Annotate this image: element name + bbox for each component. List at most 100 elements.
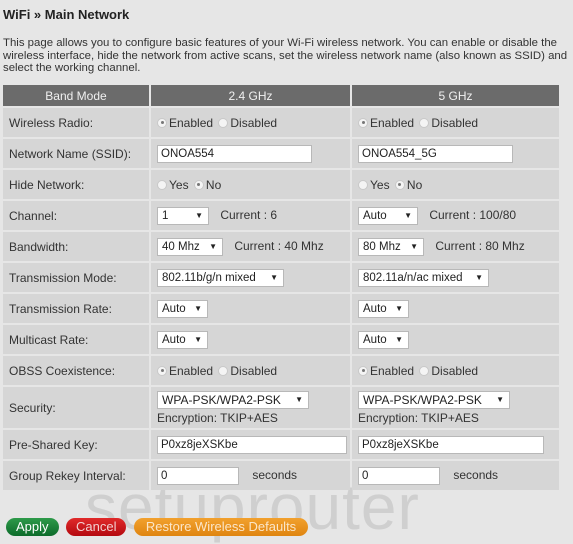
rekey-input-5[interactable]: 0 (358, 466, 440, 485)
label-security: Security: (3, 387, 149, 428)
row-hide-network: Hide Network: Yes No Yes No (3, 170, 559, 199)
radio-hide-yes-24[interactable] (157, 179, 167, 190)
header-band-mode: Band Mode (3, 85, 149, 106)
encryption-info-24: Encryption: TKIP+AES (157, 410, 278, 425)
channel-current-label: Current : (429, 207, 477, 222)
security-select-24[interactable]: WPA-PSK/WPA2-PSK ▼ (157, 390, 309, 409)
dropdown-arrow-icon: ▼ (194, 303, 202, 313)
label-tx-rate: Transmission Rate: (3, 294, 149, 323)
encryption-info-5: Encryption: TKIP+AES (358, 410, 479, 425)
tx-mode-select-24[interactable]: 802.11b/g/n mixed ▼ (157, 268, 284, 287)
label-hide-network: Hide Network: (3, 170, 149, 199)
radio-disabled-label: Disabled (230, 363, 278, 378)
dropdown-arrow-icon: ▼ (209, 241, 217, 251)
dropdown-arrow-icon: ▼ (295, 394, 303, 404)
page-title: WiFi » Main Network (3, 7, 130, 22)
dropdown-arrow-icon: ▼ (195, 210, 203, 220)
channel-current-24: 6 (270, 207, 278, 222)
row-security: Security: WPA-PSK/WPA2-PSK ▼ Encryption: … (3, 387, 559, 428)
radio-obss-enabled-5[interactable] (358, 365, 368, 376)
radio-disabled-5[interactable] (419, 117, 430, 128)
bandwidth-current-24: 40 Mhz (284, 238, 324, 253)
radio-hide-yes-5[interactable] (358, 179, 368, 190)
radio-disabled-label: Disabled (431, 363, 479, 378)
wifi-settings-table: Band Mode 2.4 GHz 5 GHz Wireless Radio: … (1, 83, 561, 492)
table-header-row: Band Mode 2.4 GHz 5 GHz (3, 85, 559, 106)
row-wireless-radio: Wireless Radio: Enabled Disabled Enabled… (3, 108, 559, 137)
row-bandwidth: Bandwidth: 40 Mhz ▼ Current : 40 Mhz 80 M… (3, 232, 559, 261)
wireless-radio-5: Enabled Disabled (352, 108, 559, 137)
psk-input-24[interactable]: P0xz8jeXSKbe (157, 435, 347, 454)
radio-yes-label: Yes (370, 177, 390, 192)
label-tx-mode: Transmission Mode: (3, 263, 149, 292)
cancel-button[interactable]: Cancel (65, 518, 127, 536)
dropdown-arrow-icon: ▼ (475, 272, 483, 282)
seconds-label: seconds (252, 467, 298, 482)
radio-yes-label: Yes (169, 177, 189, 192)
dropdown-arrow-icon: ▼ (404, 210, 412, 220)
dropdown-arrow-icon: ▼ (496, 394, 504, 404)
header-2-4ghz: 2.4 GHz (151, 85, 350, 106)
channel-current-label: Current : (220, 207, 268, 222)
radio-obss-disabled-24[interactable] (218, 365, 229, 376)
rekey-input-24[interactable]: 0 (157, 466, 239, 485)
radio-obss-enabled-24[interactable] (157, 365, 167, 376)
bandwidth-current-label: Current : (435, 238, 483, 253)
radio-disabled-label: Disabled (230, 115, 278, 130)
row-multicast-rate: Multicast Rate: Auto ▼ Auto ▼ (3, 325, 559, 354)
bandwidth-select-24[interactable]: 40 Mhz ▼ (157, 237, 223, 256)
radio-enabled-label: Enabled (169, 363, 214, 378)
tx-rate-select-5[interactable]: Auto ▼ (358, 299, 409, 318)
radio-hide-no-5[interactable] (394, 179, 405, 190)
bandwidth-current-label: Current : (234, 238, 282, 253)
row-rekey: Group Rekey Interval: 0 seconds 0 second… (3, 461, 559, 490)
page-description: This page allows you to configure basic … (3, 37, 568, 74)
tx-rate-select-24[interactable]: Auto ▼ (157, 299, 208, 318)
apply-button[interactable]: Apply (6, 518, 59, 536)
ssid-input-5[interactable]: ONOA554_5G (358, 144, 513, 163)
radio-obss-disabled-5[interactable] (419, 365, 430, 376)
dropdown-arrow-icon: ▼ (410, 241, 418, 251)
label-obss: OBSS Coexistence: (3, 356, 149, 385)
label-bandwidth: Bandwidth: (3, 232, 149, 261)
radio-no-label: No (205, 177, 222, 192)
row-psk: Pre-Shared Key: P0xz8jeXSKbe P0xz8jeXSKb… (3, 430, 559, 459)
channel-select-24[interactable]: 1 ▼ (157, 206, 209, 225)
radio-hide-no-24[interactable] (193, 179, 204, 190)
radio-disabled-24[interactable] (218, 117, 229, 128)
psk-input-5[interactable]: P0xz8jeXSKbe (358, 435, 544, 454)
tx-mode-select-5[interactable]: 802.11a/n/ac mixed ▼ (358, 268, 489, 287)
dropdown-arrow-icon: ▼ (395, 303, 403, 313)
header-5ghz: 5 GHz (352, 85, 559, 106)
dropdown-arrow-icon: ▼ (395, 334, 403, 344)
ssid-input-24[interactable]: ONOA554 (157, 144, 312, 163)
label-rekey: Group Rekey Interval: (3, 461, 149, 490)
channel-select-5[interactable]: Auto ▼ (358, 206, 418, 225)
radio-enabled-label: Enabled (370, 363, 415, 378)
radio-no-label: No (406, 177, 423, 192)
label-channel: Channel: (3, 201, 149, 230)
radio-enabled-label: Enabled (370, 115, 415, 130)
dropdown-arrow-icon: ▼ (270, 272, 278, 282)
row-tx-mode: Transmission Mode: 802.11b/g/n mixed ▼ 80… (3, 263, 559, 292)
row-channel: Channel: 1 ▼ Current : 6 Auto ▼ Current : … (3, 201, 559, 230)
action-buttons: Apply Cancel Restore Wireless Defaults (6, 518, 311, 536)
multicast-rate-select-5[interactable]: Auto ▼ (358, 330, 409, 349)
label-psk: Pre-Shared Key: (3, 430, 149, 459)
multicast-rate-select-24[interactable]: Auto ▼ (157, 330, 208, 349)
label-ssid: Network Name (SSID): (3, 139, 149, 168)
row-tx-rate: Transmission Rate: Auto ▼ Auto ▼ (3, 294, 559, 323)
restore-defaults-button[interactable]: Restore Wireless Defaults (133, 518, 309, 536)
bandwidth-current-5: 80 Mhz (485, 238, 525, 253)
row-ssid: Network Name (SSID): ONOA554 ONOA554_5G (3, 139, 559, 168)
dropdown-arrow-icon: ▼ (194, 334, 202, 344)
label-multicast-rate: Multicast Rate: (3, 325, 149, 354)
radio-disabled-label: Disabled (431, 115, 479, 130)
radio-enabled-24[interactable] (157, 117, 167, 128)
channel-current-5: 100/80 (479, 207, 517, 222)
radio-enabled-5[interactable] (358, 117, 368, 128)
seconds-label: seconds (453, 467, 499, 482)
security-select-5[interactable]: WPA-PSK/WPA2-PSK ▼ (358, 390, 510, 409)
bandwidth-select-5[interactable]: 80 Mhz ▼ (358, 237, 424, 256)
wireless-radio-24: Enabled Disabled (151, 108, 350, 137)
